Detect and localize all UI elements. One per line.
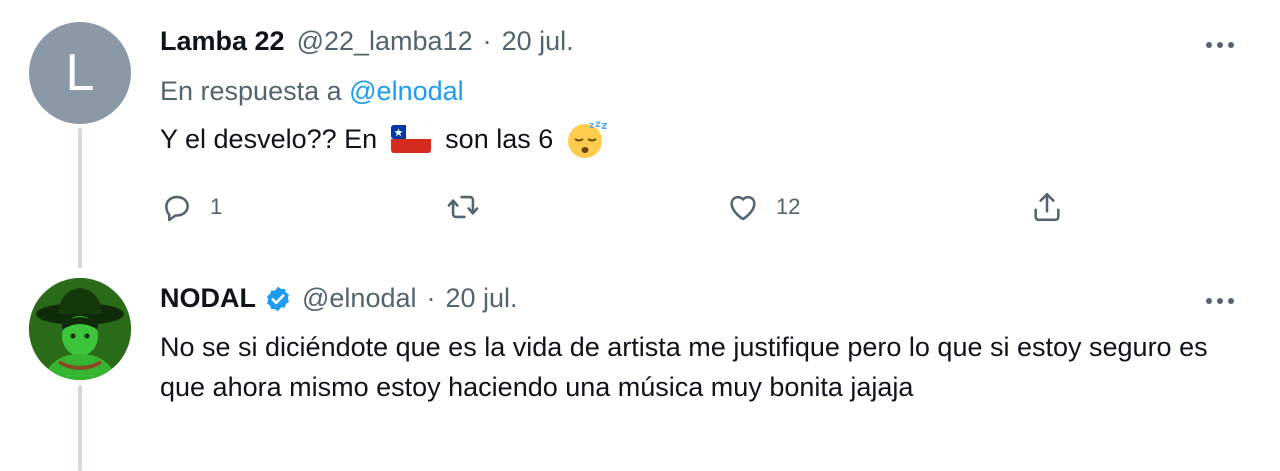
handle[interactable]: @elnodal [302,283,417,314]
reply-context: En respuesta a @elnodal [160,76,464,107]
thread-line [78,128,82,268]
share-button[interactable] [1030,190,1064,224]
retweet-icon [447,195,479,219]
avatar-letter: L [65,44,95,102]
reply-prefix: En respuesta a [160,76,342,106]
tweet-header: Lamba 22 @22_lamba12 · 20 jul. [160,26,574,57]
retweet-button[interactable] [446,190,480,224]
more-options-icon[interactable] [1206,291,1240,311]
heart-icon [730,195,756,221]
tweet-actions: 1 12 [160,190,1080,226]
like-count: 12 [776,194,801,219]
tweet-date[interactable]: 20 jul. [446,283,518,314]
avatar[interactable] [29,278,131,380]
verified-badge-icon [267,286,289,311]
tweet-text: Y el desvelo?? En son las 6 z z z [160,119,609,159]
share-icon [1034,192,1060,222]
tweet-header: NODAL @elnodal · 20 jul. [160,283,518,314]
like-button[interactable]: 12 [726,190,800,224]
svg-text:z: z [589,121,594,131]
avatar-image [29,278,131,380]
tweet-date[interactable]: 20 jul. [502,26,574,57]
tweet-text: No se si diciéndote que es la vida de ar… [160,332,1208,402]
separator: · [426,283,436,313]
chile-flag-icon [391,125,432,153]
more-options-icon[interactable] [1206,35,1240,55]
separator: · [482,26,492,56]
display-name[interactable]: Lamba 22 [160,26,285,57]
thread-line [78,385,82,471]
reply-button[interactable]: 1 [160,190,222,224]
tweet-text-part: son las 6 [445,124,554,154]
reply-handle-link[interactable]: @elnodal [349,76,464,106]
avatar[interactable]: L [29,22,131,124]
handle[interactable]: @22_lamba12 [297,26,473,57]
svg-text:z: z [601,119,607,132]
tweet-text-part: Y el desvelo?? En [160,124,378,154]
reply-count: 1 [210,194,223,219]
reply-icon [165,195,189,222]
display-name[interactable]: NODAL [160,283,256,314]
sleeping-face-icon: z z z [568,119,608,158]
